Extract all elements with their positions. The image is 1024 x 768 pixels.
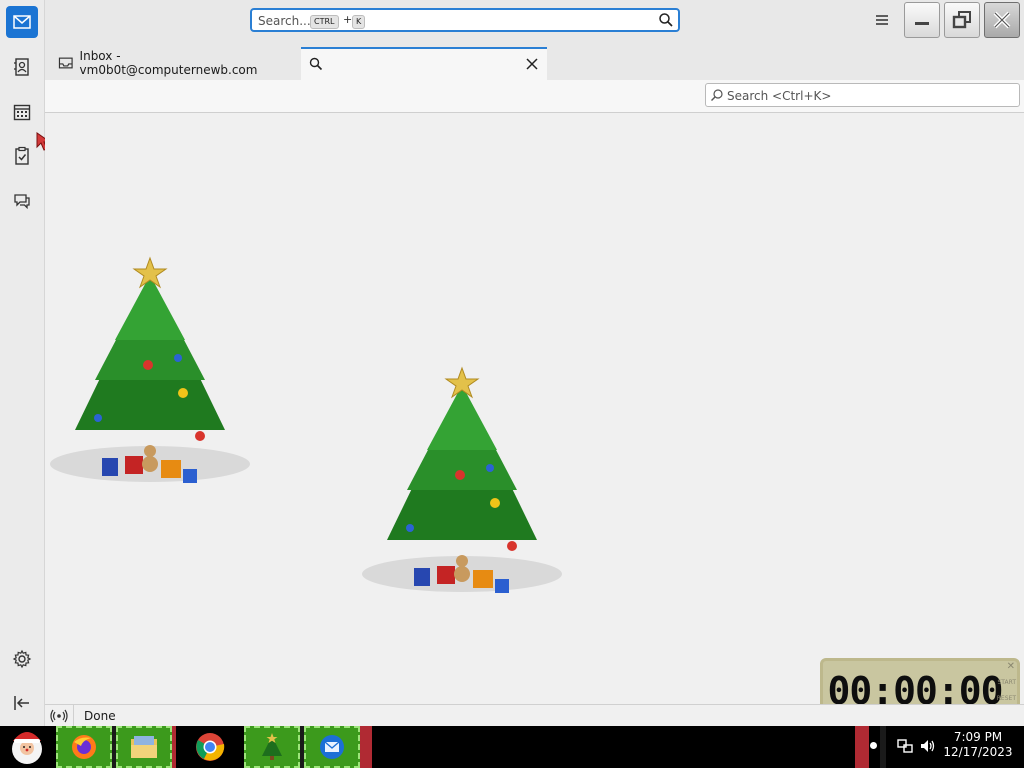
timer-reset-button[interactable]: RESET (997, 695, 1016, 702)
taskbar-divider (360, 726, 372, 768)
timer-close-icon[interactable]: ✕ (1007, 661, 1015, 672)
tray-divider (880, 726, 886, 768)
calendar-icon[interactable] (6, 96, 38, 128)
tab-search[interactable] (301, 47, 547, 80)
status-divider (73, 705, 74, 727)
clock-date: 12/17/2023 (943, 745, 1013, 759)
tray-dot-icon (870, 742, 877, 749)
quick-filter-input[interactable]: Search <Ctrl+K> (705, 83, 1020, 107)
quick-filter-placeholder: Search <Ctrl+K> (727, 89, 832, 103)
firefox-icon (72, 735, 96, 759)
clock[interactable]: 7:09 PM 12/17/2023 (940, 730, 1016, 760)
taskbar-chrome-button[interactable] (180, 726, 240, 768)
santa-start-icon (12, 732, 42, 764)
tab-inbox[interactable]: Inbox - vm0b0t@computernewb.com (52, 48, 296, 78)
clock-time: 7:09 PM (953, 730, 1003, 744)
ctrl-key-hint: CTRL (310, 15, 339, 29)
taskbar-file-explorer-button[interactable] (116, 726, 172, 768)
volume-icon[interactable] (919, 738, 937, 754)
content-area (45, 113, 1024, 704)
close-tab-icon[interactable] (526, 58, 538, 70)
start-button[interactable] (2, 726, 52, 768)
global-search-input[interactable]: Search... CTRL + K (250, 8, 680, 32)
k-key-hint: K (352, 15, 366, 29)
restore-button[interactable] (944, 2, 980, 38)
search-icon (309, 57, 323, 71)
christmas-tree-icon (362, 366, 562, 593)
network-icon[interactable] (896, 738, 914, 754)
tray-divider (855, 726, 869, 768)
christmas-tree-icon (50, 256, 250, 483)
chat-icon[interactable] (6, 185, 38, 217)
search-icon[interactable] (658, 12, 674, 28)
close-icon (993, 11, 1011, 29)
timer-start-button[interactable]: START (997, 679, 1016, 686)
address-book-icon[interactable] (6, 51, 38, 83)
chrome-icon (196, 733, 225, 761)
taskbar-thunderbird-button[interactable] (304, 726, 360, 768)
plus-sign: + (343, 13, 353, 26)
mail-icon[interactable] (6, 6, 38, 38)
online-status-icon[interactable] (50, 709, 68, 723)
search-placeholder: Search... (258, 14, 311, 28)
inbox-icon (58, 57, 73, 69)
taskbar-christmas-tree-button[interactable] (244, 726, 300, 768)
close-window-button[interactable] (984, 2, 1020, 38)
taskbar-firefox-button[interactable] (56, 726, 112, 768)
thunderbird-icon (320, 735, 344, 759)
taskbar-divider (172, 726, 176, 768)
collapse-icon[interactable] (6, 687, 38, 719)
spaces-toolbar (0, 0, 52, 726)
tasks-icon[interactable] (6, 140, 38, 172)
status-text: Done (84, 709, 116, 723)
taskbar: 7:09 PM 12/17/2023 (0, 726, 1024, 768)
file-explorer-icon (131, 736, 157, 758)
search-icon (711, 89, 723, 101)
minimize-button[interactable] (904, 2, 940, 38)
settings-icon[interactable] (6, 643, 38, 675)
minimize-icon (915, 22, 929, 25)
christmas-tree-app-icon (262, 733, 282, 760)
restore-icon (952, 11, 971, 29)
status-bar: Done (45, 704, 1024, 727)
app-menu-icon[interactable] (873, 12, 891, 28)
tab-inbox-label: Inbox - vm0b0t@computernewb.com (79, 49, 258, 77)
